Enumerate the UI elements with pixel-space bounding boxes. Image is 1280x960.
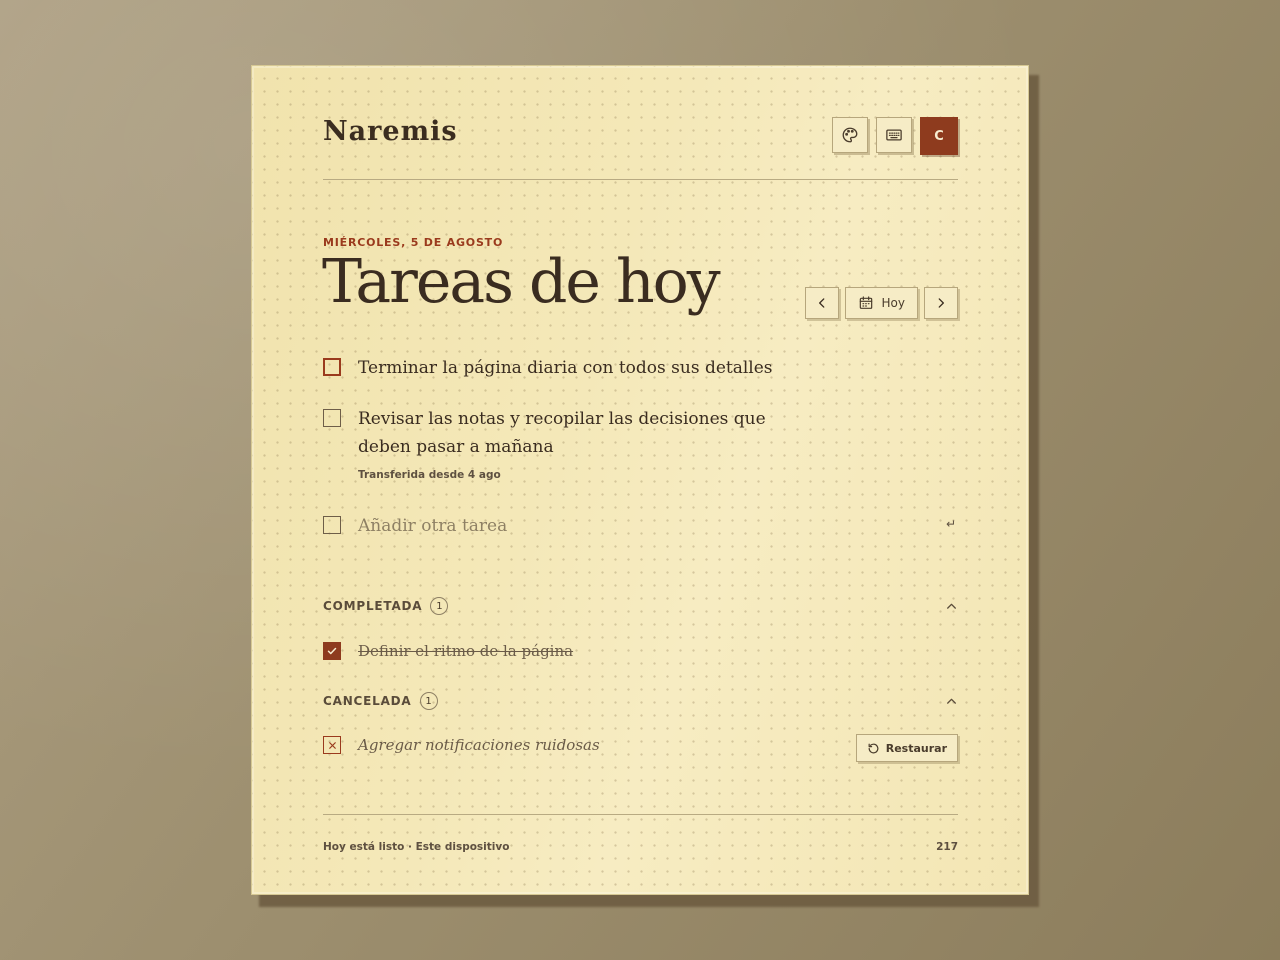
task-checkbox[interactable]	[323, 358, 341, 376]
cancelled-task-item: Agregar notificaciones ruidosas	[323, 732, 600, 758]
restore-button[interactable]: Restaurar	[855, 734, 958, 762]
footer-status: Hoy está listo · Este dispositivo	[323, 841, 510, 853]
next-day-button[interactable]	[924, 287, 958, 319]
task-text[interactable]: Terminar la página diaria con todos sus …	[358, 354, 798, 382]
task-checkbox-checked[interactable]	[323, 642, 341, 660]
cancelled-task-text: Agregar notificaciones ruidosas	[358, 736, 600, 754]
previous-day-button[interactable]	[804, 287, 839, 319]
section-title: CANCELADA	[323, 694, 412, 708]
chevron-left-icon	[815, 296, 829, 310]
chevron-right-icon	[934, 296, 948, 310]
keyboard-shortcuts-button[interactable]	[876, 117, 912, 153]
task-checkbox[interactable]	[323, 409, 341, 427]
chevron-up-icon[interactable]	[945, 695, 958, 708]
task-carryover-note: Transferida desde 4 ago	[358, 469, 501, 481]
today-label: Hoy	[881, 296, 905, 310]
user-avatar-button[interactable]: C	[920, 117, 958, 155]
add-task-input[interactable]: Añadir otra tarea	[358, 512, 507, 540]
cancelled-section-header[interactable]: CANCELADA 1	[323, 692, 958, 710]
add-task-checkbox	[323, 516, 341, 534]
restore-label: Restaurar	[885, 741, 947, 755]
cross-icon	[327, 740, 338, 751]
top-actions: C	[832, 117, 958, 155]
footer-divider	[323, 814, 958, 815]
count-badge: 1	[430, 597, 449, 615]
check-icon	[326, 645, 338, 657]
section-title: COMPLETADA	[323, 599, 423, 613]
enter-key-icon: ↵	[945, 517, 956, 531]
header-divider	[323, 179, 958, 180]
task-item: Terminar la página diaria con todos sus …	[323, 354, 798, 382]
chevron-up-icon[interactable]	[945, 600, 958, 613]
task-checkbox-cancelled[interactable]	[323, 736, 341, 754]
app-brand: Naremis	[323, 116, 458, 147]
count-badge: 1	[419, 692, 438, 710]
journal-page: Naremis C MIÉRCOLES, 5 DE AGOSTO Tareas …	[251, 65, 1029, 895]
completed-task-text: Definir el ritmo de la página	[358, 642, 574, 660]
today-button[interactable]: Hoy	[844, 287, 918, 319]
task-item: Revisar las notas y recopilar las decisi…	[323, 405, 798, 481]
add-task-row: Añadir otra tarea	[323, 512, 507, 540]
palette-icon	[841, 126, 859, 144]
completed-task-item: Definir el ritmo de la página	[323, 638, 573, 664]
footer-count: 217	[936, 841, 958, 853]
keyboard-icon	[885, 126, 903, 144]
task-text[interactable]: Revisar las notas y recopilar las decisi…	[358, 405, 798, 461]
calendar-icon	[858, 295, 874, 311]
date-navigation: Hoy	[804, 287, 958, 319]
theme-button[interactable]	[832, 117, 868, 153]
restore-icon	[867, 742, 880, 755]
page-title: Tareas de hoy	[322, 247, 721, 317]
completed-section-header[interactable]: COMPLETADA 1	[323, 597, 958, 615]
